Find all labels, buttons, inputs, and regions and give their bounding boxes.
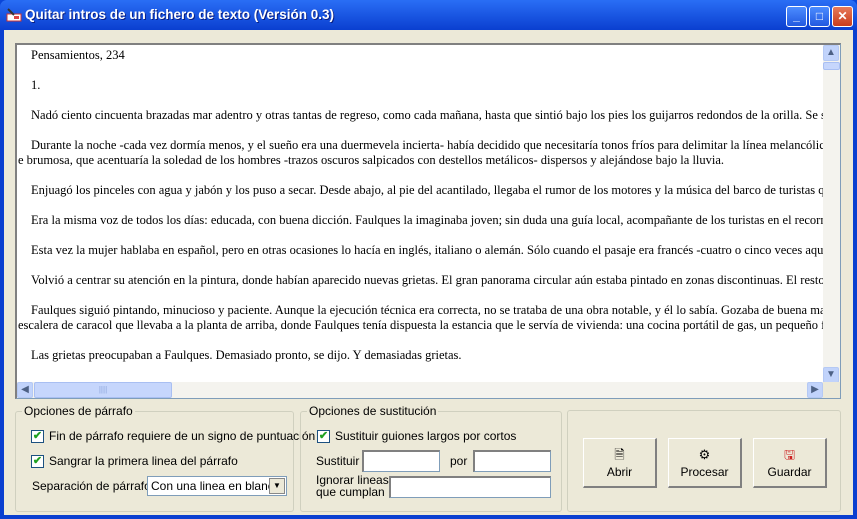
open-label: Abrir xyxy=(606,465,633,479)
require-punct-label: Fin de párrafo requiere de un signo de p… xyxy=(49,429,316,443)
text-line: Nadó ciento cincuenta brazadas mar adent… xyxy=(31,108,823,122)
text-content[interactable]: Pensamientos, 234 1. Nadó ciento cincuenta… xyxy=(17,45,823,383)
maximize-button[interactable]: □ xyxy=(809,6,830,27)
text-line xyxy=(17,228,823,243)
by-label: por xyxy=(450,454,468,468)
client-area: Pensamientos, 234 1. Nadó ciento cincuenta… xyxy=(4,30,853,515)
text-line: Durante la noche -cada vez dormía menos,… xyxy=(31,138,823,152)
replace-label: Sustituir xyxy=(316,454,360,468)
minimize-button[interactable]: _ xyxy=(786,6,807,27)
by-input[interactable] xyxy=(473,450,551,472)
indent-first-label: Sangrar la primera linea del párrafo xyxy=(49,454,238,468)
text-line: Volvió a centrar su atención en la pintu… xyxy=(31,273,823,287)
text-line xyxy=(17,288,823,303)
text-line: Era la misma voz de todos los días: educ… xyxy=(31,213,823,227)
text-line xyxy=(17,198,823,213)
vertical-scroll-thumb[interactable] xyxy=(823,62,840,70)
scroll-right-icon[interactable]: ▶ xyxy=(807,382,823,398)
process-button[interactable]: ⚙ Procesar xyxy=(668,438,742,488)
separation-value: Con una linea en blanco xyxy=(151,479,281,493)
replace-dashes-label: Sustituir guiones largos por cortos xyxy=(335,429,517,443)
chevron-down-icon[interactable]: ▼ xyxy=(269,478,285,494)
window-title: Quitar intros de un fichero de texto (Ve… xyxy=(25,7,335,22)
text-line xyxy=(17,258,823,273)
scroll-corner xyxy=(823,382,840,398)
text-line: Las grietas preocupaban a Faulques. Dema… xyxy=(31,348,462,362)
text-line: e brumosa, que acentuaría la soledad de … xyxy=(18,153,725,167)
text-line xyxy=(17,123,823,138)
separation-label: Separación de párrafos xyxy=(32,479,157,493)
open-button[interactable]: 🗎 Abrir xyxy=(583,438,657,488)
save-label: Guardar xyxy=(767,465,812,479)
text-line xyxy=(17,333,823,348)
text-line xyxy=(17,93,823,108)
scroll-up-icon[interactable]: ▲ xyxy=(823,45,839,61)
text-line xyxy=(17,63,823,78)
save-icon: 🖫 xyxy=(783,447,796,462)
separation-select[interactable]: Con una linea en blanco ▼ xyxy=(147,476,287,496)
replace-dashes-checkbox[interactable]: ✔ xyxy=(317,430,330,443)
horizontal-scrollbar[interactable]: ◀ |||| ▶ xyxy=(17,382,823,398)
save-button[interactable]: 🖫 Guardar xyxy=(753,438,827,488)
substitution-options-legend: Opciones de sustitución xyxy=(309,404,437,418)
indent-first-checkbox[interactable]: ✔ xyxy=(31,455,44,468)
text-line: 1. xyxy=(31,78,41,92)
ignore-label-line2: que cumplan xyxy=(316,485,385,499)
title-bar: Quitar intros de un fichero de texto (Ve… xyxy=(0,0,857,30)
app-window: Quitar intros de un fichero de texto (Ve… xyxy=(0,0,857,519)
app-icon xyxy=(6,8,22,22)
scroll-down-icon[interactable]: ▼ xyxy=(823,367,839,383)
text-line: Esta vez la mujer hablaba en español, pe… xyxy=(31,243,823,257)
ignore-label: Ignorar lineas que cumplan xyxy=(316,474,389,498)
text-preview[interactable]: Pensamientos, 234 1. Nadó ciento cincuenta… xyxy=(15,43,841,399)
text-line: escalera de caracol que llevaba a la pla… xyxy=(18,318,823,332)
horizontal-scroll-thumb[interactable]: |||| xyxy=(34,382,172,398)
ignore-input[interactable] xyxy=(389,476,551,498)
text-line: Enjuagó los pinceles con agua y jabón y … xyxy=(31,183,823,197)
vertical-scrollbar[interactable]: ▲ ▼ xyxy=(823,45,840,383)
gears-icon: ⚙ xyxy=(698,447,711,462)
scroll-left-icon[interactable]: ◀ xyxy=(17,382,33,398)
replace-input[interactable] xyxy=(362,450,440,472)
process-label: Procesar xyxy=(680,465,729,479)
text-line: Faulques siguió pintando, minucioso y pa… xyxy=(31,303,823,317)
paragraph-options-legend: Opciones de párrafo xyxy=(24,404,133,418)
text-line xyxy=(17,168,823,183)
open-file-icon: 🗎 xyxy=(614,447,625,462)
text-line: Pensamientos, 234 xyxy=(31,48,125,62)
close-button[interactable]: ✕ xyxy=(832,6,853,27)
require-punct-checkbox[interactable]: ✔ xyxy=(31,430,44,443)
